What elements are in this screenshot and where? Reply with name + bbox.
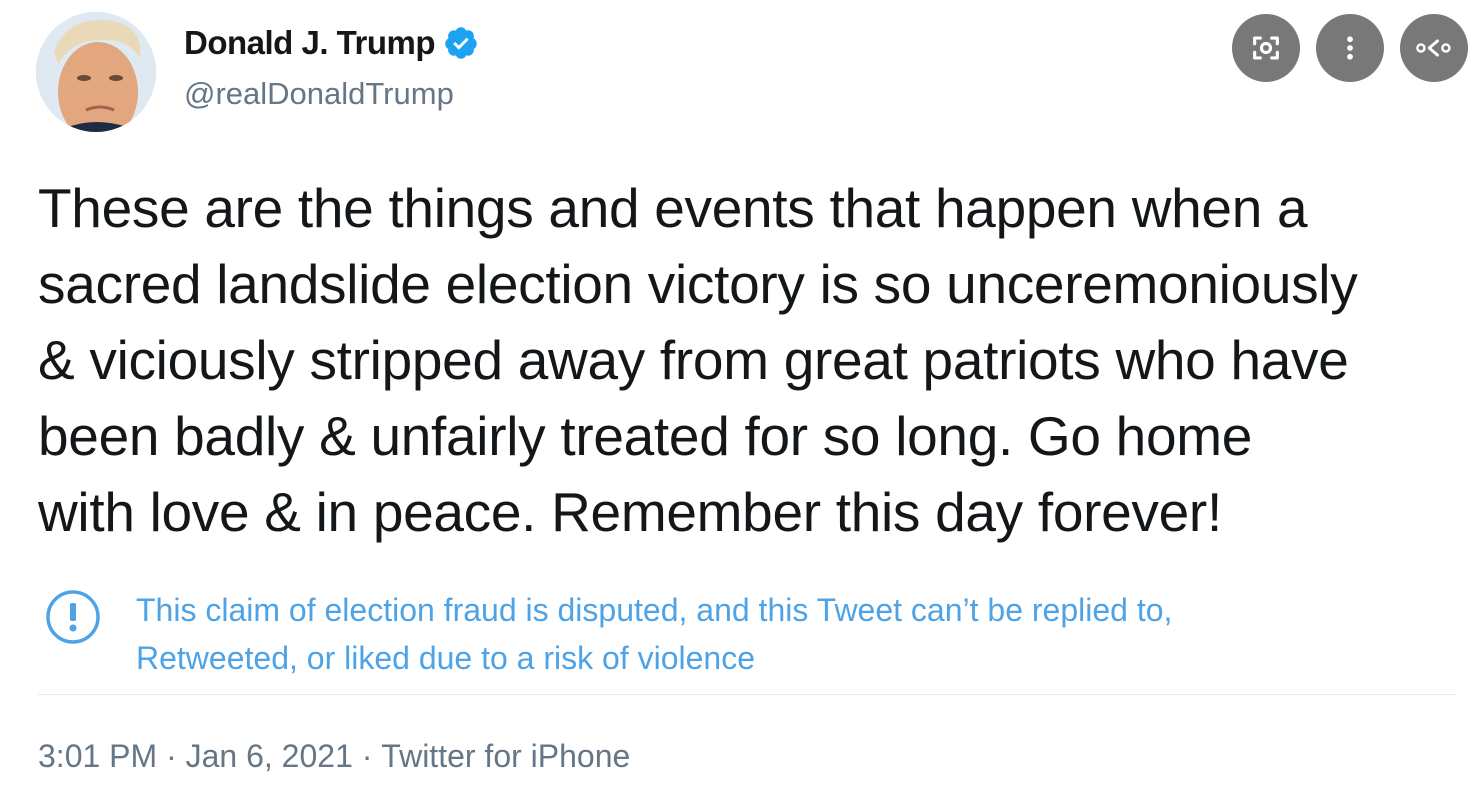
avatar[interactable] <box>36 12 156 132</box>
lens-button[interactable] <box>1232 14 1300 82</box>
tweet-metadata: 3:01 PM · Jan 6, 2021 · Twitter for iPho… <box>38 738 630 775</box>
tweet-date[interactable]: Jan 6, 2021 <box>186 738 353 775</box>
disputed-claim-notice[interactable]: This claim of election fraud is disputed… <box>38 586 1438 682</box>
notice-text[interactable]: This claim of election fraud is disputed… <box>136 586 1172 682</box>
more-options-button[interactable] <box>1316 14 1384 82</box>
user-handle[interactable]: @realDonaldTrump <box>184 76 454 112</box>
name-row: Donald J. Trump <box>184 24 479 62</box>
meta-separator: · <box>157 738 186 774</box>
meta-separator: · <box>352 738 382 774</box>
overlay-toolbar <box>1232 14 1468 82</box>
display-name[interactable]: Donald J. Trump <box>184 24 436 62</box>
divider <box>38 694 1456 695</box>
share-button[interactable] <box>1400 14 1468 82</box>
tweet-time[interactable]: 3:01 PM <box>38 738 157 775</box>
tweet-source[interactable]: Twitter for iPhone <box>381 738 630 775</box>
tweet-card: Donald J. Trump @realDonaldTrump These a… <box>0 0 1474 792</box>
profile-photo-icon <box>36 12 156 132</box>
lens-icon <box>1253 36 1279 60</box>
exclamation-circle-icon <box>46 590 100 644</box>
share-icon <box>1416 39 1451 57</box>
verified-badge-icon <box>445 27 477 59</box>
more-vertical-icon <box>1347 36 1353 60</box>
tweet-text: These are the things and events that hap… <box>38 177 1358 543</box>
